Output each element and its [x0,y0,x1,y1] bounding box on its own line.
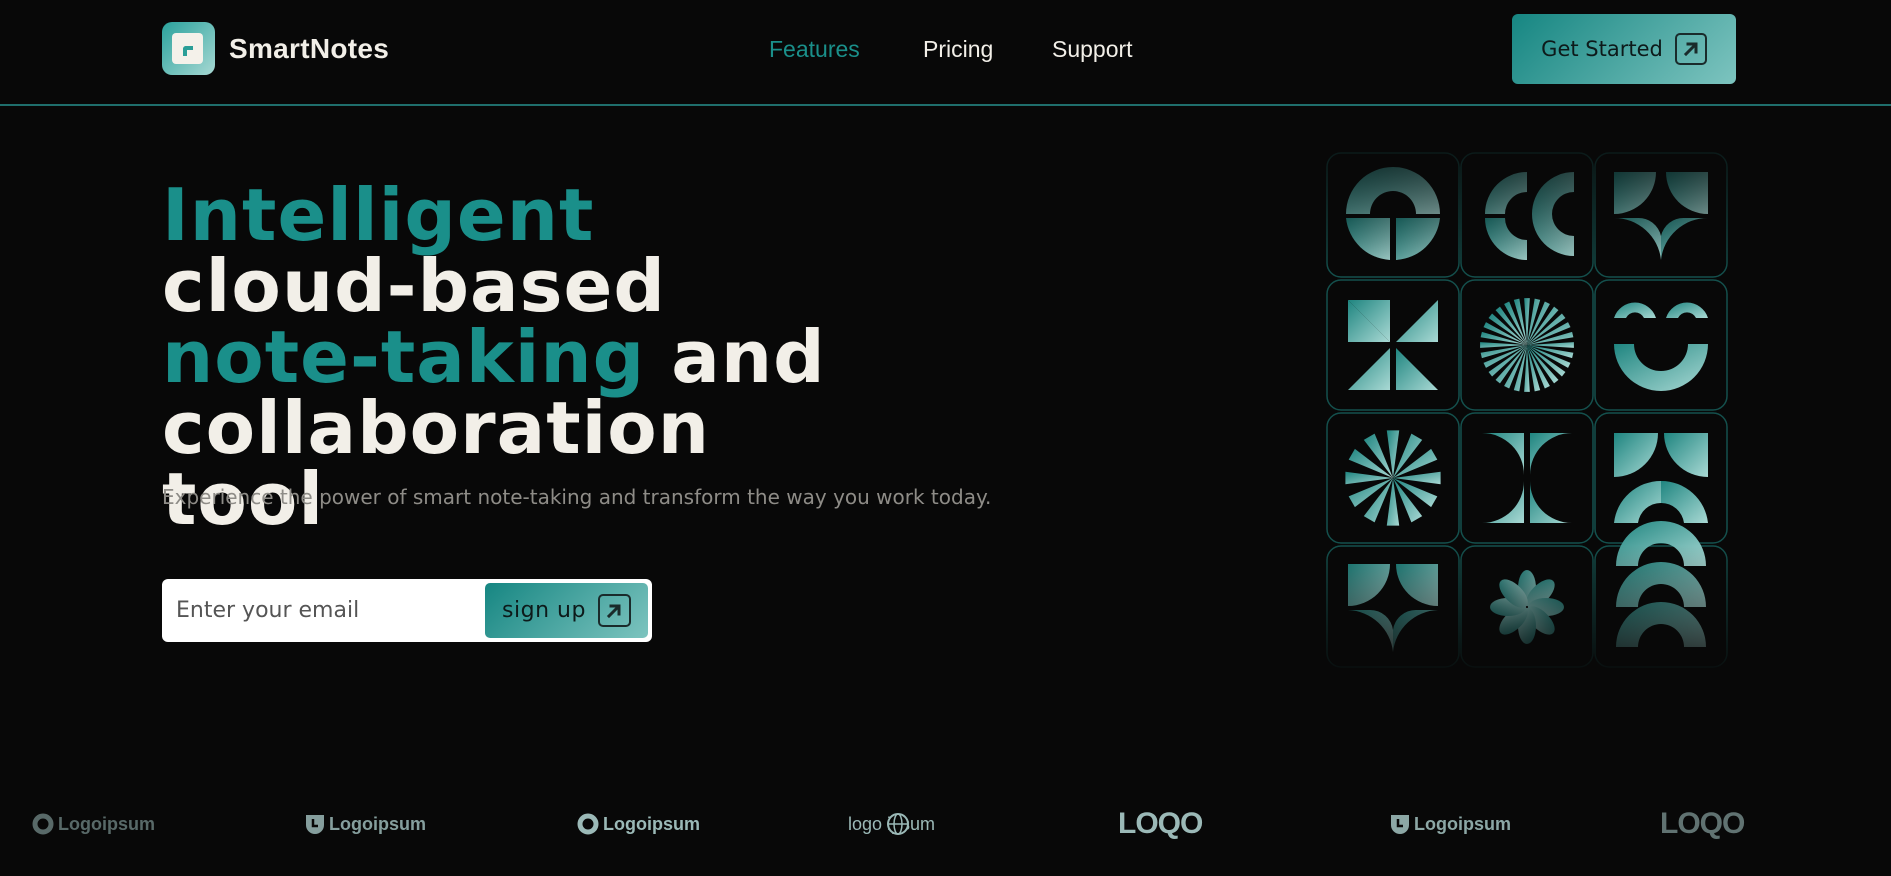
partner-logo: LOQO [1118,800,1203,848]
hero-subtitle: Experience the power of smart note-takin… [162,485,992,509]
sign-up-button[interactable]: sign up [485,583,648,638]
shield-logo-icon [305,813,325,835]
partner-logo: Logoipsum [577,800,700,848]
partner-logo: Logoipsum [1390,800,1511,848]
nav-features[interactable]: Features [769,36,860,63]
partner-logo: LOQO [1660,800,1745,848]
partner-logo-text: Logoipsum [58,813,155,834]
get-started-label: Get Started [1541,37,1663,61]
get-started-button[interactable]: Get Started [1512,14,1736,84]
sign-up-label: sign up [502,598,586,623]
partner-logo-text: Logoipsum [603,813,700,834]
nav-support[interactable]: Support [1052,36,1133,63]
partner-logo-text: LOQO [1118,807,1203,840]
partner-logo: Logoipsum [32,800,155,848]
email-input[interactable] [176,589,476,631]
ring-logo-icon [32,813,54,835]
nav-pricing[interactable]: Pricing [923,36,993,63]
partner-logo: logo ipsum [848,800,935,848]
globe-logo-icon [886,812,910,836]
ring-logo-icon [577,813,599,835]
partner-logo-strip: Logoipsum Logoipsum Logoipsum logo ipsum… [0,800,1891,848]
signup-form: sign up [162,579,652,642]
partner-logo-text: Logoipsum [329,813,426,834]
site-header: SmartNotes Features Pricing Support Get … [0,0,1891,106]
decorative-shape-grid [1326,152,1728,668]
shield-logo-icon [1390,813,1410,835]
hero-title: Intelligent cloud-based note-taking and c… [162,179,862,535]
partner-logo: Logoipsum [305,800,426,848]
arrow-up-right-icon [597,594,631,627]
partner-logo-text: LOQO [1660,807,1745,840]
arrow-up-right-icon [1674,33,1707,65]
partner-logo-text: Logoipsum [1414,813,1511,834]
